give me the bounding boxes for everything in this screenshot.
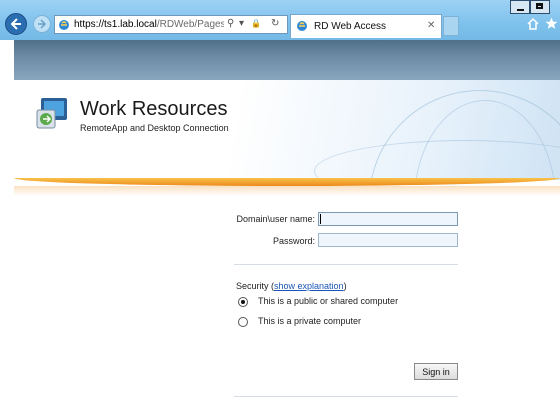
- radio-selected-dot: [241, 300, 245, 304]
- url-path: /RDWeb/Pages/en-US: [156, 19, 224, 30]
- dropdown-icon[interactable]: ▾: [239, 18, 244, 29]
- remoteapp-logo-icon: [36, 98, 67, 129]
- public-computer-label[interactable]: This is a public or shared computer: [258, 296, 398, 306]
- lock-icon[interactable]: 🔒: [251, 19, 261, 28]
- private-computer-radio[interactable]: [238, 317, 248, 327]
- header-band: [14, 40, 560, 80]
- form-divider: [234, 264, 458, 265]
- private-computer-label[interactable]: This is a private computer: [258, 316, 361, 326]
- text-caret: [320, 214, 321, 224]
- show-explanation-link[interactable]: show explanation: [274, 281, 344, 291]
- form-divider: [234, 396, 458, 397]
- header-divider-glow: [14, 186, 560, 196]
- forward-arrow-icon: [38, 19, 47, 29]
- browser-toolbar: https://ts1.lab.local/RDWeb/Pages/en-US …: [0, 0, 560, 40]
- page-subtitle: RemoteApp and Desktop Connection: [80, 123, 229, 133]
- ie-logo-icon: [297, 21, 307, 31]
- close-tab-icon[interactable]: ✕: [427, 20, 435, 31]
- url-text: https://ts1.lab.local/RDWeb/Pages/en-US: [74, 19, 224, 30]
- search-icon[interactable]: ⚲: [227, 18, 234, 29]
- security-suffix: ): [343, 281, 347, 291]
- back-button[interactable]: [5, 13, 27, 35]
- favorites-star-icon[interactable]: [545, 17, 558, 30]
- globe-decoration: [314, 140, 560, 180]
- forward-button[interactable]: [33, 15, 51, 33]
- sign-in-button[interactable]: Sign in: [414, 363, 458, 380]
- home-icon[interactable]: [527, 18, 539, 30]
- url-host: https://ts1.lab.local: [74, 19, 157, 30]
- refresh-icon[interactable]: ↻: [271, 18, 279, 29]
- username-input[interactable]: [318, 212, 458, 226]
- tab-title: RD Web Access: [314, 21, 387, 32]
- maximize-button[interactable]: [530, 0, 550, 14]
- security-label: Security (show explanation): [236, 281, 347, 291]
- username-label: Domain\user name:: [236, 214, 315, 224]
- password-label: Password:: [272, 236, 315, 246]
- ie-logo-icon: [59, 20, 69, 30]
- password-input[interactable]: [318, 233, 458, 247]
- back-arrow-icon: [10, 18, 21, 30]
- maximize-icon: [536, 3, 543, 9]
- public-computer-radio[interactable]: [238, 297, 248, 307]
- tab-rd-web-access[interactable]: RD Web Access ✕: [290, 14, 442, 38]
- address-bar[interactable]: https://ts1.lab.local/RDWeb/Pages/en-US …: [54, 15, 288, 34]
- security-prefix: Security (: [236, 281, 275, 291]
- page-title: Work Resources: [80, 98, 228, 120]
- minimize-icon: [517, 9, 524, 11]
- new-tab-button[interactable]: [443, 16, 459, 36]
- minimize-button[interactable]: [510, 0, 530, 14]
